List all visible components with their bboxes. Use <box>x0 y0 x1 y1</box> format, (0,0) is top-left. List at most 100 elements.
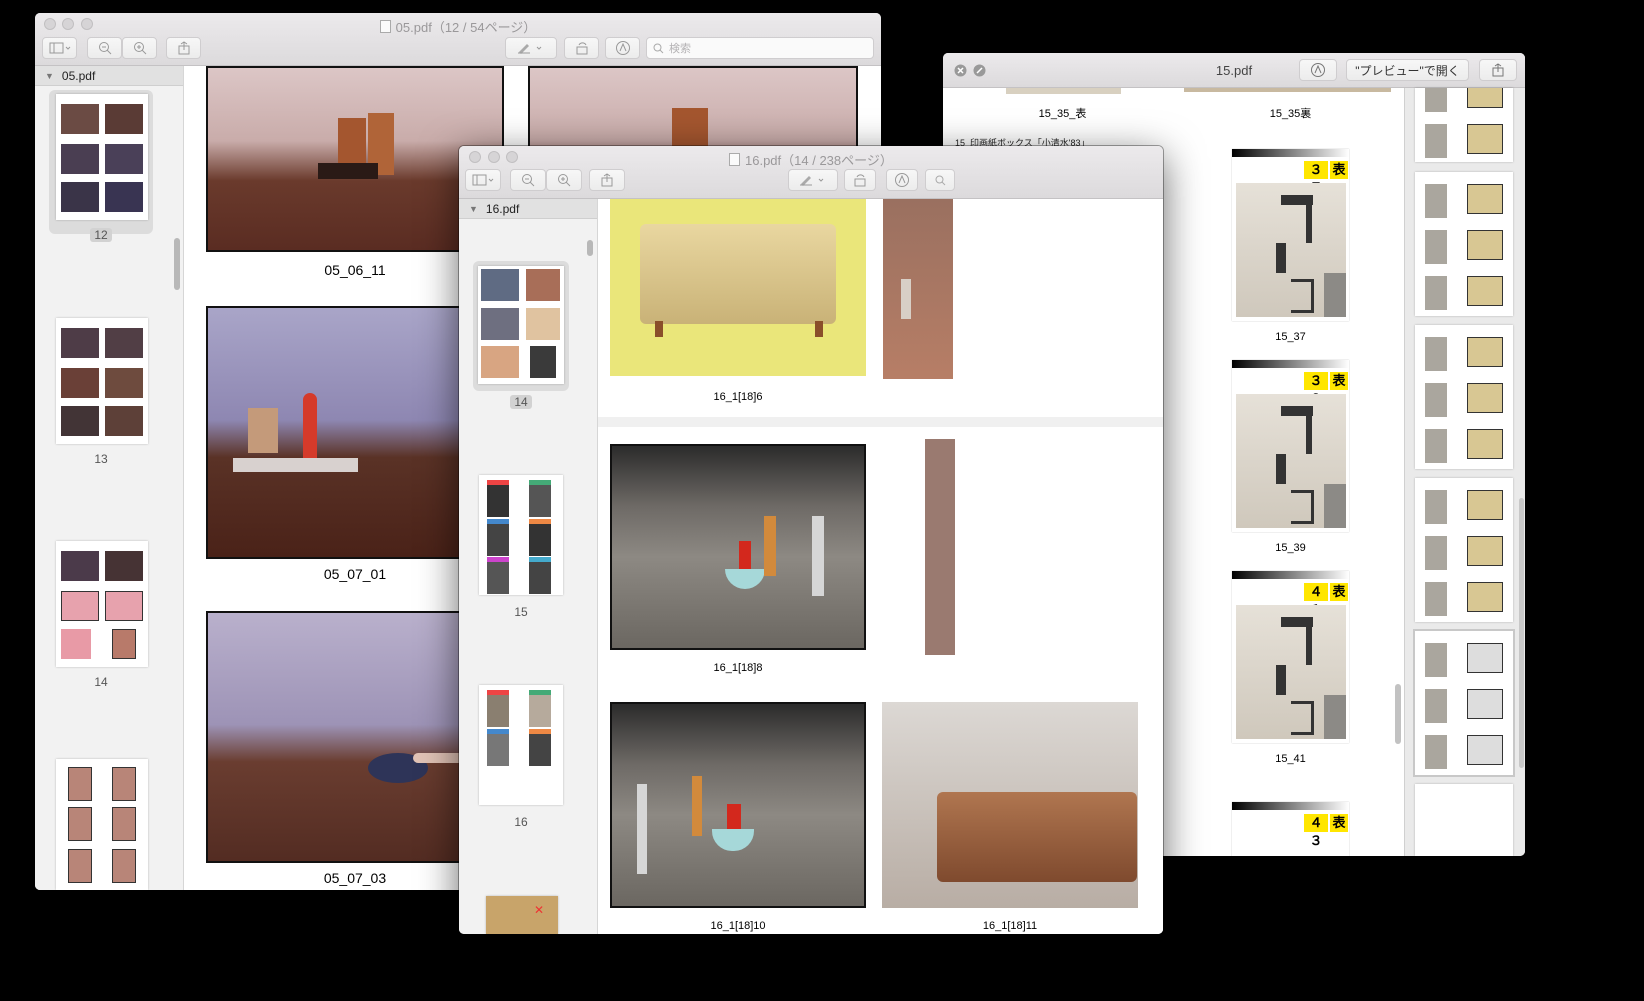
markup-toolbar-button[interactable] <box>886 169 918 191</box>
card-number-label: ３９ <box>1304 372 1328 406</box>
zoom-out-button[interactable] <box>87 37 122 59</box>
page-number-12: 12 <box>83 228 119 242</box>
search-placeholder: 検索 <box>669 43 691 55</box>
print-card-caption: 15_41 <box>1275 753 1306 765</box>
thumbnail-page-14[interactable] <box>478 266 564 384</box>
markup-toolbar-button[interactable] <box>605 37 640 59</box>
filmstrip-page[interactable] <box>1415 172 1513 316</box>
rotate-button[interactable] <box>844 169 876 191</box>
print-card-caption: 15_39 <box>1275 542 1306 554</box>
zoom-in-icon <box>558 174 571 187</box>
zoom-in-button[interactable] <box>122 37 157 59</box>
print-photo <box>1236 183 1346 317</box>
share-icon <box>178 41 189 55</box>
share-button[interactable] <box>166 37 201 59</box>
gray-scale-strip <box>1232 149 1349 157</box>
caption-15-35-front: 15_35_表 <box>1038 108 1087 120</box>
search-icon <box>653 43 664 53</box>
zoom-in-button[interactable] <box>546 169 582 191</box>
thumbnail-page-16[interactable] <box>479 685 563 805</box>
partial-image-top-right <box>1184 88 1391 92</box>
page-number-14: 14 <box>94 675 108 689</box>
zoom-in-icon <box>133 42 146 55</box>
window-16pdf: 16.pdf（14 / 238ページ） ▼ 16.pdf 14 15 16 ✕ … <box>459 146 1163 934</box>
filmstrip-page[interactable] <box>1413 629 1515 777</box>
thumbnail-page-13[interactable] <box>56 318 148 444</box>
caption-15-35-back: 15_35裏 <box>1269 108 1312 120</box>
photo-16-1-18-9-partial <box>925 439 955 655</box>
search-icon <box>935 175 945 185</box>
thumbnail-page-17[interactable]: ✕ <box>486 896 558 934</box>
page-number-16: 16 <box>514 815 528 829</box>
card-side-label: 表 <box>1330 814 1348 832</box>
window-title: 16.pdf（14 / 238ページ） <box>729 150 893 169</box>
thumbnail-page-14[interactable] <box>56 541 148 667</box>
photo-16-1-18-10 <box>610 702 866 908</box>
print-card: ４３ 表 <box>1232 802 1349 856</box>
sidebar-scrollbar[interactable] <box>174 238 180 290</box>
page-number-14: 14 <box>503 395 539 409</box>
rotate-button[interactable] <box>564 37 599 59</box>
filmstrip-page[interactable] <box>1415 325 1513 469</box>
document-icon <box>729 153 740 166</box>
filmstrip-page[interactable] <box>1415 784 1513 856</box>
titlebar[interactable]: 16.pdf（14 / 238ページ） <box>459 146 1163 199</box>
zoom-out-button[interactable] <box>510 169 546 191</box>
page-number-15: 15 <box>514 605 528 619</box>
print-photo <box>1236 605 1346 739</box>
card-number-label: ４１ <box>1304 583 1328 617</box>
sidebar-header[interactable]: ▼ 16.pdf <box>459 199 597 219</box>
document-view[interactable]: 16_1[18]6 16_1[18]8 16_1[18]10 16_1[18]1… <box>598 199 1163 934</box>
sidebar-toggle-button[interactable] <box>465 169 501 191</box>
sidebar-scrollbar[interactable] <box>587 240 593 256</box>
thumbnail-page-12[interactable] <box>56 94 148 220</box>
zoom-button[interactable] <box>506 151 518 163</box>
sidebar-title: 05.pdf <box>61 68 96 83</box>
card-side-label: 表 <box>1330 583 1348 601</box>
open-in-preview-button[interactable]: "プレビュー"で開く <box>1346 59 1469 81</box>
share-icon <box>601 173 613 187</box>
share-button[interactable] <box>589 169 625 191</box>
search-button[interactable] <box>925 169 955 191</box>
card-side-label: 表 <box>1330 372 1348 390</box>
print-photo <box>1236 394 1346 528</box>
titlebar[interactable]: 05.pdf（12 / 54ページ） 検索 <box>35 13 881 66</box>
filmstrip-scrollbar[interactable] <box>1519 498 1524 768</box>
pen-icon <box>518 44 542 54</box>
markup-pen-button[interactable] <box>788 169 838 191</box>
photo-16-1-18-8 <box>610 444 866 650</box>
titlebar[interactable]: 15.pdf "プレビュー"で開く <box>943 53 1525 88</box>
minimize-button[interactable] <box>488 151 500 163</box>
print-card: ３７表 <box>1232 149 1349 321</box>
card-side-label: 表 <box>1330 161 1348 179</box>
disclosure-triangle-icon[interactable]: ▼ <box>469 204 478 214</box>
share-button[interactable] <box>1479 59 1517 81</box>
thumbnail-sidebar[interactable]: ▼ 16.pdf 14 15 16 ✕ <box>459 199 598 934</box>
gray-scale-strip <box>1232 802 1349 810</box>
sidebar-header[interactable]: ▼ 05.pdf <box>35 66 183 86</box>
caption-16-1-18-6: 16_1[18]6 <box>713 391 763 403</box>
filmstrip-page[interactable] <box>1415 88 1513 162</box>
document-scrollbar[interactable] <box>1395 684 1401 744</box>
close-button[interactable] <box>469 151 481 163</box>
disclosure-triangle-icon[interactable]: ▼ <box>45 71 54 81</box>
markup-pen-button[interactable] <box>505 37 557 59</box>
markup-icon <box>895 173 909 187</box>
search-field[interactable]: 検索 <box>646 37 874 59</box>
thumbnail-page-15[interactable] <box>479 475 563 595</box>
thumbnail-page-15[interactable] <box>56 759 148 890</box>
markup-icon <box>615 41 630 55</box>
caption-16-1-18-8: 16_1[18]8 <box>713 662 763 674</box>
thumbnail-sidebar[interactable]: ▼ 05.pdf 12 13 14 <box>35 66 184 890</box>
document-icon <box>379 20 391 33</box>
gray-scale-strip <box>1232 571 1349 579</box>
window-title-text: 05.pdf（12 / 54ページ） <box>395 20 537 35</box>
page-filmstrip[interactable] <box>1404 88 1525 856</box>
filmstrip-page[interactable] <box>1415 478 1513 622</box>
caption-16-1-18-11: 16_1[18]11 <box>982 920 1038 932</box>
sidebar-toggle-button[interactable] <box>42 37 77 59</box>
card-number-label: ４３ <box>1304 814 1328 848</box>
gray-scale-strip <box>1232 360 1349 368</box>
markup-button[interactable] <box>1299 59 1337 81</box>
sidebar-title: 16.pdf <box>485 201 520 216</box>
